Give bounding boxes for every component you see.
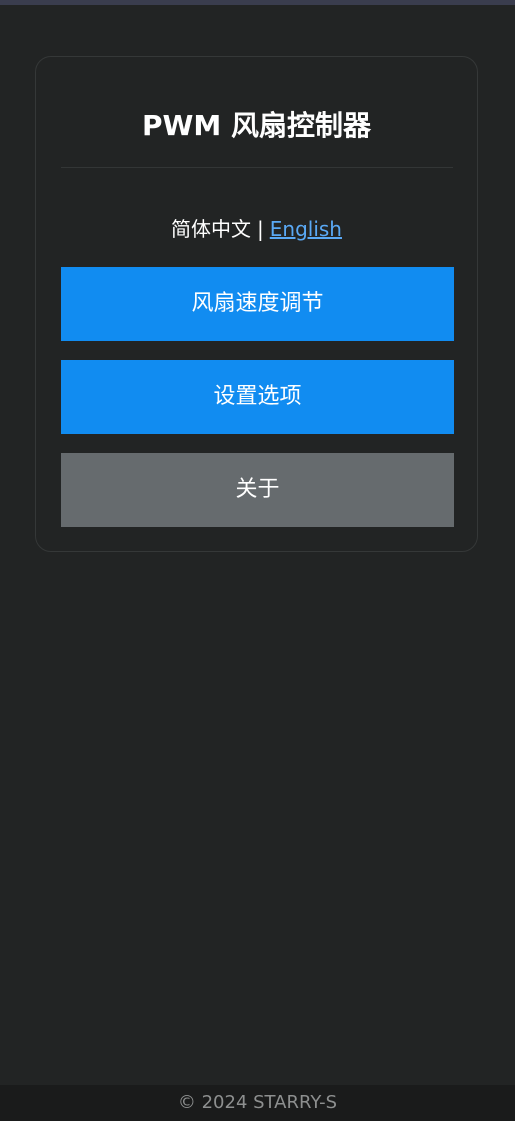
control-panel-card: PWM 风扇控制器 简体中文 | English 风扇速度调节 设置选项 关于 — [35, 56, 478, 552]
settings-button[interactable]: 设置选项 — [61, 360, 454, 434]
page-title: PWM 风扇控制器 — [141, 109, 372, 142]
title-divider — [61, 167, 453, 168]
language-current: 简体中文 — [171, 217, 252, 241]
footer-copyright: © 2024 STARRY-S — [177, 1092, 338, 1113]
language-separator: | — [257, 217, 264, 241]
language-link-english[interactable]: English — [270, 217, 342, 241]
fan-speed-button[interactable]: 风扇速度调节 — [61, 267, 454, 341]
language-switcher: 简体中文 | English — [36, 215, 477, 243]
about-button[interactable]: 关于 — [61, 453, 454, 527]
browser-top-strip — [0, 0, 515, 5]
footer: © 2024 STARRY-S — [0, 1085, 515, 1121]
